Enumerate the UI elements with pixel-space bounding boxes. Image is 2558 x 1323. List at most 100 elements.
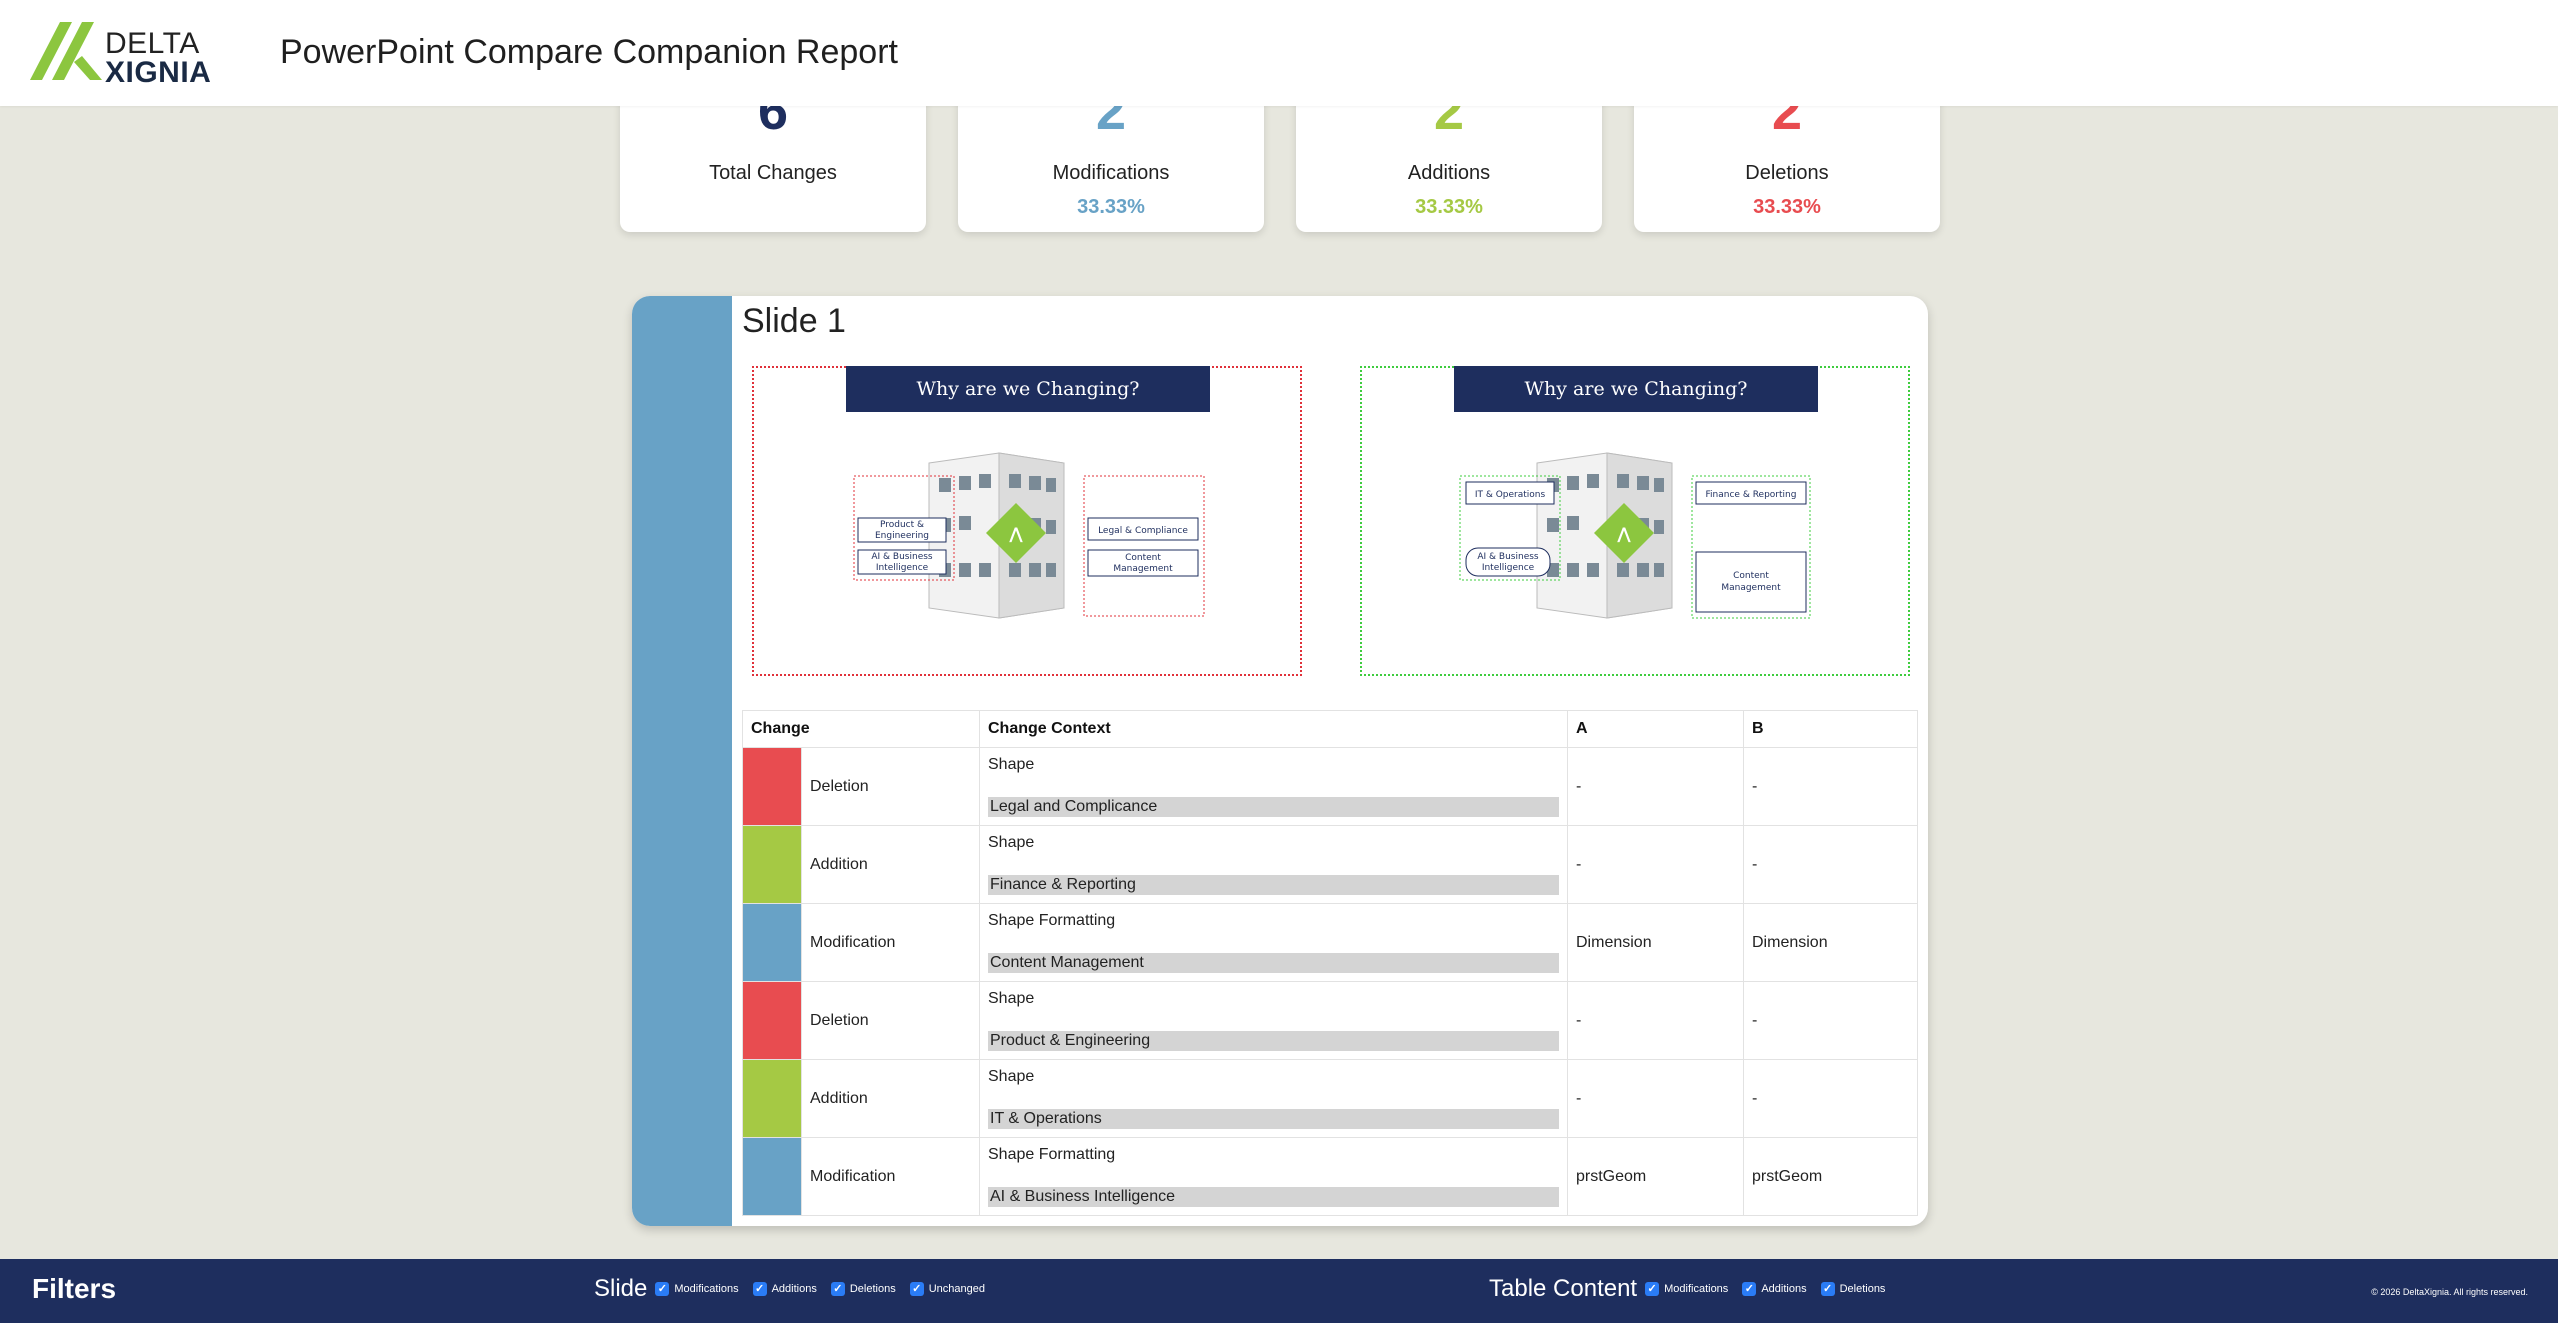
change-context: Shape Formatting AI & Business Intellige… (979, 1137, 1568, 1216)
copyright-text: © 2026 DeltaXignia. All rights reserved. (2371, 1287, 2528, 1297)
value-b: Dimension (1743, 903, 1918, 982)
filter-label: Modifications (1664, 1283, 1729, 1295)
table-filter-modifications[interactable]: ✓ Modifications (1645, 1282, 1728, 1296)
change-type: Modification (801, 1137, 980, 1216)
top-bar: DELTA XIGNIA PowerPoint Compare Companio… (0, 0, 2558, 106)
change-context: Shape Product & Engineering (979, 981, 1568, 1060)
building-illustration-b: ⋀ IT & Operations AI & Business Intellig… (1459, 452, 1811, 619)
svg-text:AI & Business: AI & Business (871, 552, 933, 562)
checkbox-checked-icon[interactable]: ✓ (1742, 1282, 1757, 1296)
svg-text:Management: Management (1721, 583, 1781, 593)
filter-label: Deletions (849, 1283, 896, 1295)
checkbox-checked-icon[interactable]: ✓ (830, 1282, 845, 1296)
change-color-swatch (742, 1059, 802, 1138)
filter-label: Additions (1761, 1283, 1807, 1295)
change-type: Addition (801, 1059, 980, 1138)
value-b: - (1743, 981, 1918, 1060)
svg-text:Legal & Compliance: Legal & Compliance (1098, 526, 1188, 536)
table-filter-deletions[interactable]: ✓ Deletions (1820, 1282, 1886, 1296)
slide-title: Slide 1 (742, 302, 846, 340)
context-name: Product & Engineering (988, 1031, 1559, 1051)
svg-text:Engineering: Engineering (875, 531, 929, 541)
column-header-b: B (1743, 710, 1918, 748)
slide-filter-title: Slide (594, 1275, 648, 1302)
checkbox-checked-icon[interactable]: ✓ (752, 1282, 767, 1296)
table-row[interactable]: Modification Shape Formatting Content Ma… (742, 903, 1918, 982)
changes-table: Change Change Context A B Deletion Shape… (742, 710, 1918, 1216)
svg-text:IT & Operations: IT & Operations (1475, 490, 1546, 500)
value-b: - (1743, 747, 1918, 826)
value-a: Dimension (1567, 903, 1744, 982)
stat-label: Total Changes (709, 162, 837, 184)
value-b: prstGeom (1743, 1137, 1918, 1216)
svg-text:Management: Management (1113, 564, 1173, 574)
svg-text:Finance & Reporting: Finance & Reporting (1706, 490, 1797, 500)
table-filter-additions[interactable]: ✓ Additions (1742, 1282, 1807, 1296)
change-color-swatch (742, 747, 802, 826)
stat-label: Modifications (1052, 162, 1170, 184)
context-name: Finance & Reporting (988, 875, 1559, 895)
slide-status-band (632, 296, 732, 1226)
context-type: Shape (988, 834, 1035, 851)
table-row[interactable]: Deletion Shape Legal and Complicance - - (742, 747, 1918, 826)
filter-label: Unchanged (928, 1283, 985, 1295)
value-a: - (1567, 981, 1744, 1060)
stat-percent: 33.33% (1077, 196, 1145, 218)
context-name: AI & Business Intelligence (988, 1187, 1559, 1207)
logo-line-1: DELTA (105, 27, 200, 60)
value-a: prstGeom (1567, 1137, 1744, 1216)
slide-thumbnail-b[interactable]: ⋀ IT & Operations AI & Business Intellig… (1360, 366, 1910, 676)
checkbox-checked-icon[interactable]: ✓ (1645, 1282, 1660, 1296)
checkbox-checked-icon[interactable]: ✓ (909, 1282, 924, 1296)
checkbox-checked-icon[interactable]: ✓ (655, 1282, 670, 1296)
change-context: Shape IT & Operations (979, 1059, 1568, 1138)
table-row[interactable]: Deletion Shape Product & Engineering - - (742, 981, 1918, 1060)
slide-filter-deletions[interactable]: ✓ Deletions (830, 1282, 896, 1296)
change-type: Deletion (801, 981, 980, 1060)
slide-heading-b: Why are we Changing? (1454, 366, 1818, 412)
building-illustration-a: ⋀ Product & Engineering AI & Business In… (853, 452, 1205, 619)
svg-text:⋀: ⋀ (1009, 524, 1023, 543)
slide-thumbnail-a[interactable]: ⋀ Product & Engineering AI & Business In… (752, 366, 1302, 676)
value-b: - (1743, 1059, 1918, 1138)
context-type: Shape (988, 1068, 1035, 1085)
logo-line-2: XIGNIA (105, 55, 212, 89)
context-name: Content Management (988, 953, 1559, 973)
change-context: Shape Legal and Complicance (979, 747, 1568, 826)
svg-text:⋀: ⋀ (1617, 524, 1631, 543)
context-type: Shape (988, 990, 1035, 1007)
change-color-swatch (742, 825, 802, 904)
table-filter-title: Table Content (1489, 1275, 1638, 1302)
value-a: - (1567, 825, 1744, 904)
change-color-swatch (742, 1137, 802, 1216)
change-context: Shape Finance & Reporting (979, 825, 1568, 904)
change-type: Modification (801, 903, 980, 982)
slide-filter-modifications[interactable]: ✓ Modifications (655, 1282, 739, 1296)
table-filter-group: Table Content ✓ Modifications ✓ Additions … (1489, 1275, 1899, 1303)
context-type: Shape Formatting (988, 1146, 1116, 1163)
column-header-change: Change (742, 710, 980, 748)
filter-label: Deletions (1839, 1283, 1886, 1295)
slide-heading-a: Why are we Changing? (846, 366, 1210, 412)
value-a: - (1567, 1059, 1744, 1138)
svg-text:AI & Business: AI & Business (1477, 552, 1539, 562)
filters-footer: Filters Slide ✓ Modifications ✓ Additions … (0, 1259, 2558, 1323)
svg-text:Content: Content (1125, 553, 1161, 563)
context-name: Legal and Complicance (988, 797, 1559, 817)
filter-label: Modifications (674, 1283, 739, 1295)
stat-label: Deletions (1745, 162, 1829, 184)
table-header-row: Change Change Context A B (742, 710, 1918, 748)
table-row[interactable]: Addition Shape IT & Operations - - (742, 1059, 1918, 1138)
change-color-swatch (742, 903, 802, 982)
table-row[interactable]: Modification Shape Formatting AI & Busin… (742, 1137, 1918, 1216)
checkbox-checked-icon[interactable]: ✓ (1820, 1282, 1835, 1296)
stat-percent: 33.33% (1753, 196, 1821, 218)
svg-text:Content: Content (1733, 571, 1769, 581)
page-title: PowerPoint Compare Companion Report (280, 33, 898, 71)
context-type: Shape Formatting (988, 912, 1116, 929)
table-row[interactable]: Addition Shape Finance & Reporting - - (742, 825, 1918, 904)
stat-percent: 33.33% (1415, 196, 1483, 218)
slide-filter-additions[interactable]: ✓ Additions (752, 1282, 817, 1296)
change-context: Shape Formatting Content Management (979, 903, 1568, 982)
slide-filter-unchanged[interactable]: ✓ Unchanged (909, 1282, 985, 1296)
